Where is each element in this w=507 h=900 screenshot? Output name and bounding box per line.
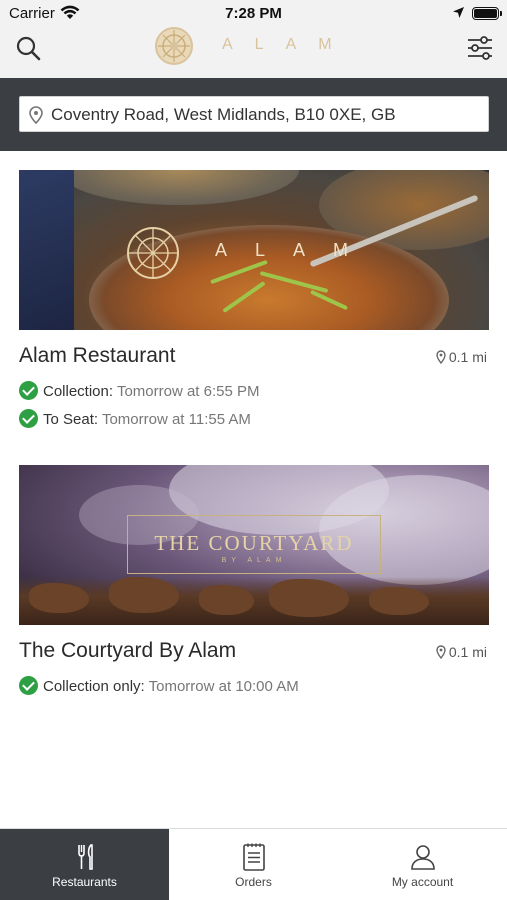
map-pin-icon [436,350,446,367]
bottom-tab-bar: Restaurants Orders My account [0,828,507,900]
distance-value: 0.1 mi [448,349,487,365]
restaurant-image[interactable]: ALAM [19,170,489,330]
battery-icon [472,7,502,20]
restaurant-name[interactable]: Alam Restaurant [19,344,175,368]
service-label: Collection only: [43,678,145,695]
service-row: Collection only: Tomorrow at 10:00 AM [19,676,299,695]
address-value: Coventry Road, West Midlands, B10 0XE, G… [51,105,396,124]
brand-logo-icon [154,26,194,66]
filter-button[interactable] [464,32,496,64]
restaurant-distance: 0.1 mi [436,349,487,367]
search-button[interactable] [14,34,44,64]
restaurant-name[interactable]: The Courtyard By Alam [19,639,236,663]
tab-restaurants[interactable]: Restaurants [0,829,169,900]
status-time: 7:28 PM [225,5,282,22]
clipboard-list-icon [169,842,338,872]
service-label: To Seat: [43,411,99,428]
restaurant-distance: 0.1 mi [436,644,487,662]
alam-logo-icon [125,225,181,281]
check-circle-icon [19,676,38,695]
service-label: Collection: [43,383,114,400]
service-row: Collection: Tomorrow at 6:55 PM [19,381,260,400]
status-bar: Carrier 7:28 PM [0,0,507,28]
restaurant-card[interactable]: THE COURTYARD BY ALAM The Courtyard By A… [19,465,489,695]
fork-knife-icon [0,842,169,872]
service-time: Tomorrow at 6:55 PM [116,383,260,400]
map-pin-icon [436,645,446,662]
user-icon [338,842,507,872]
check-circle-icon [19,381,38,400]
location-arrow-icon [452,6,465,24]
distance-value: 0.1 mi [448,644,487,660]
service-row: To Seat: Tomorrow at 11:55 AM [19,409,251,428]
tab-label: My account [391,875,454,889]
address-field[interactable]: Coventry Road, West Midlands, B10 0XE, G… [19,96,489,132]
service-time: Tomorrow at 10:00 AM [148,678,299,695]
map-pin-icon [29,106,43,129]
search-icon [16,36,41,61]
service-time: Tomorrow at 11:55 AM [101,411,251,428]
location-bar: Coventry Road, West Midlands, B10 0XE, G… [0,78,507,151]
tab-orders[interactable]: Orders [169,829,338,900]
restaurant-card[interactable]: ALAM Alam Restaurant 0.1 mi Collection: … [19,170,489,428]
image-logo-title: THE COURTYARD [154,531,354,555]
brand-wordmark: ALAM [222,36,354,53]
check-circle-icon [19,409,38,428]
tab-my-account[interactable]: My account [338,829,507,900]
app-header: ALAM [0,26,507,78]
restaurant-image[interactable]: THE COURTYARD BY ALAM [19,465,489,625]
tab-label: Orders [235,875,272,889]
image-logo-subtitle: BY ALAM [221,557,287,564]
tab-label: Restaurants [52,875,117,889]
courtyard-logo: THE COURTYARD BY ALAM [127,515,381,574]
image-logo-text: ALAM [215,240,377,260]
filter-sliders-icon [468,36,492,60]
